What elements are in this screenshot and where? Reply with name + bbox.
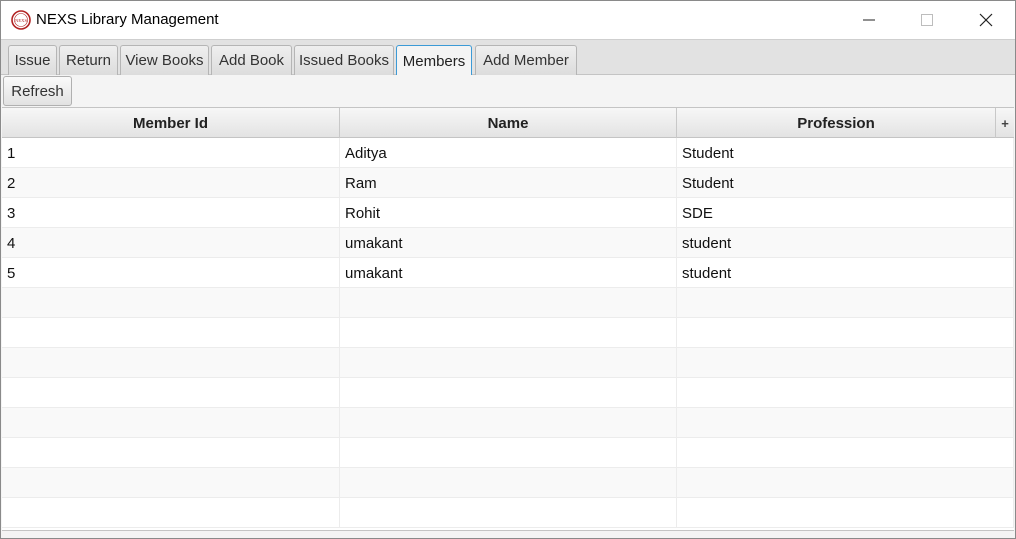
cell-name: Rohit [340, 198, 677, 228]
empty-table-row[interactable] [2, 498, 1014, 528]
cell-name [340, 288, 677, 318]
svg-text:NEXS: NEXS [15, 18, 27, 23]
minimize-icon [863, 19, 875, 21]
table-row[interactable]: 1 Aditya Student [2, 138, 1014, 168]
minimize-button[interactable] [840, 1, 898, 39]
cell-member-id: 3 [2, 198, 340, 228]
cell-profession [677, 288, 1014, 318]
cell-member-id [2, 378, 340, 408]
tab-bar: Issue Return View Books Add Book Issued … [1, 39, 1015, 76]
cell-profession [677, 408, 1014, 438]
tab-add-member[interactable]: Add Member [475, 45, 577, 75]
maximize-icon [921, 14, 933, 26]
cell-name [340, 378, 677, 408]
column-header-name[interactable]: Name [340, 108, 677, 138]
table-row[interactable]: 3 Rohit SDE [2, 198, 1014, 228]
empty-table-row[interactable] [2, 468, 1014, 498]
cell-profession [677, 378, 1014, 408]
cell-profession [677, 498, 1014, 528]
cell-name [340, 318, 677, 348]
cell-name: Ram [340, 168, 677, 198]
cell-member-id [2, 288, 340, 318]
cell-name [340, 408, 677, 438]
empty-table-row[interactable] [2, 438, 1014, 468]
column-header-profession[interactable]: Profession [677, 108, 995, 138]
cell-profession [677, 348, 1014, 378]
cell-name [340, 498, 677, 528]
app-window: NEXS NEXS Library Management Issue Retur… [0, 0, 1016, 539]
empty-table-row[interactable] [2, 288, 1014, 318]
tab-add-book[interactable]: Add Book [211, 45, 292, 75]
tab-view-books[interactable]: View Books [120, 45, 209, 75]
toolbar: Refresh [1, 75, 1015, 107]
cell-member-id [2, 408, 340, 438]
cell-profession: SDE [677, 198, 1014, 228]
empty-table-row[interactable] [2, 318, 1014, 348]
cell-name [340, 438, 677, 468]
title-bar: NEXS NEXS Library Management [1, 1, 1015, 39]
cell-profession: Student [677, 168, 1014, 198]
cell-profession [677, 318, 1014, 348]
close-icon [979, 13, 993, 27]
cell-member-id: 4 [2, 228, 340, 258]
tab-members[interactable]: Members [396, 45, 472, 76]
cell-profession [677, 438, 1014, 468]
empty-table-row[interactable] [2, 348, 1014, 378]
maximize-button[interactable] [898, 1, 956, 39]
empty-table-row[interactable] [2, 378, 1014, 408]
table-row[interactable]: 2 Ram Student [2, 168, 1014, 198]
cell-name: Aditya [340, 138, 677, 168]
table-header: Member Id Name Profession + [2, 108, 1014, 138]
window-bottom-edge [2, 530, 1014, 538]
column-menu-button[interactable]: + [995, 108, 1014, 138]
tab-return[interactable]: Return [59, 45, 118, 75]
cell-profession: Student [677, 138, 1014, 168]
cell-name: umakant [340, 258, 677, 288]
cell-member-id: 1 [2, 138, 340, 168]
app-logo-icon: NEXS [11, 10, 31, 30]
cell-member-id [2, 468, 340, 498]
members-table: Member Id Name Profession + 1 Aditya Stude… [2, 107, 1014, 530]
cell-member-id [2, 438, 340, 468]
close-button[interactable] [957, 1, 1015, 39]
cell-name [340, 348, 677, 378]
column-header-member-id[interactable]: Member Id [2, 108, 340, 138]
tab-issue[interactable]: Issue [8, 45, 57, 75]
cell-name [340, 468, 677, 498]
cell-member-id: 5 [2, 258, 340, 288]
tab-issued-books[interactable]: Issued Books [294, 45, 394, 75]
cell-member-id [2, 348, 340, 378]
table-row[interactable]: 4 umakant student [2, 228, 1014, 258]
refresh-button[interactable]: Refresh [3, 76, 72, 106]
cell-member-id: 2 [2, 168, 340, 198]
cell-profession [677, 468, 1014, 498]
cell-member-id [2, 318, 340, 348]
cell-member-id [2, 498, 340, 528]
cell-profession: student [677, 258, 1014, 288]
cell-name: umakant [340, 228, 677, 258]
cell-profession: student [677, 228, 1014, 258]
empty-table-row[interactable] [2, 408, 1014, 438]
window-title: NEXS Library Management [36, 11, 219, 28]
table-row[interactable]: 5 umakant student [2, 258, 1014, 288]
